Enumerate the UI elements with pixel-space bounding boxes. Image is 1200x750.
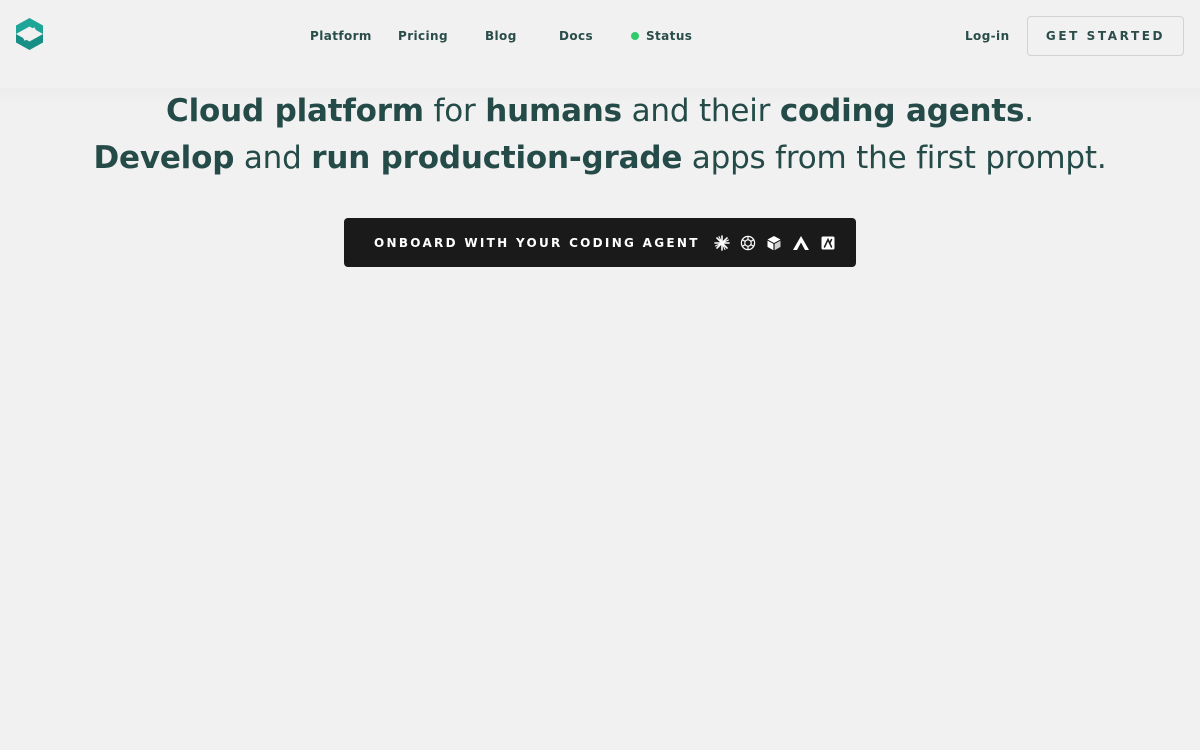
headline-text: . <box>1024 93 1034 129</box>
sparkle-icon <box>713 234 730 251</box>
login-link[interactable]: Log-in <box>965 27 1010 45</box>
get-started-button[interactable]: GET STARTED <box>1027 16 1184 56</box>
headline-text: and <box>234 140 312 176</box>
headline-emphasis: Cloud platform <box>166 93 424 129</box>
headline-emphasis: coding agents <box>779 93 1025 129</box>
top-navigation: Platform Pricing Blog Docs Status Log-in… <box>0 0 1200 88</box>
square-glyph-icon <box>821 236 835 249</box>
headline-emphasis: humans <box>485 93 622 129</box>
nav-link-blog[interactable]: Blog <box>485 27 517 45</box>
headline-emphasis: Develop <box>93 140 235 176</box>
nav-link-platform[interactable]: Platform <box>310 27 372 45</box>
headline-line-2: Develop and run production-grade apps fr… <box>0 135 1200 182</box>
nav-link-status[interactable]: Status <box>646 27 692 45</box>
logo-icon[interactable] <box>16 18 43 50</box>
peak-icon <box>792 235 809 250</box>
agent-icons <box>713 234 836 251</box>
headline-text: for <box>423 93 486 129</box>
cube-icon <box>767 235 781 250</box>
nav-link-docs[interactable]: Docs <box>559 27 593 45</box>
hero-headline: Cloud platform for humans and their codi… <box>0 88 1200 182</box>
landing-page: Platform Pricing Blog Docs Status Log-in… <box>0 0 1200 750</box>
headline-text: apps from the first prompt. <box>682 140 1107 176</box>
onboard-agent-button[interactable]: ONBOARD WITH YOUR CODING AGENT <box>344 218 856 267</box>
status-indicator-dot <box>631 32 639 40</box>
onboard-agent-label: ONBOARD WITH YOUR CODING AGENT <box>374 235 700 250</box>
headline-text: and their <box>621 93 780 129</box>
headline-emphasis: run production-grade <box>311 140 683 176</box>
headline-line-1: Cloud platform for humans and their codi… <box>0 88 1200 135</box>
nav-link-pricing[interactable]: Pricing <box>398 27 448 45</box>
openai-knot-icon <box>740 235 755 250</box>
